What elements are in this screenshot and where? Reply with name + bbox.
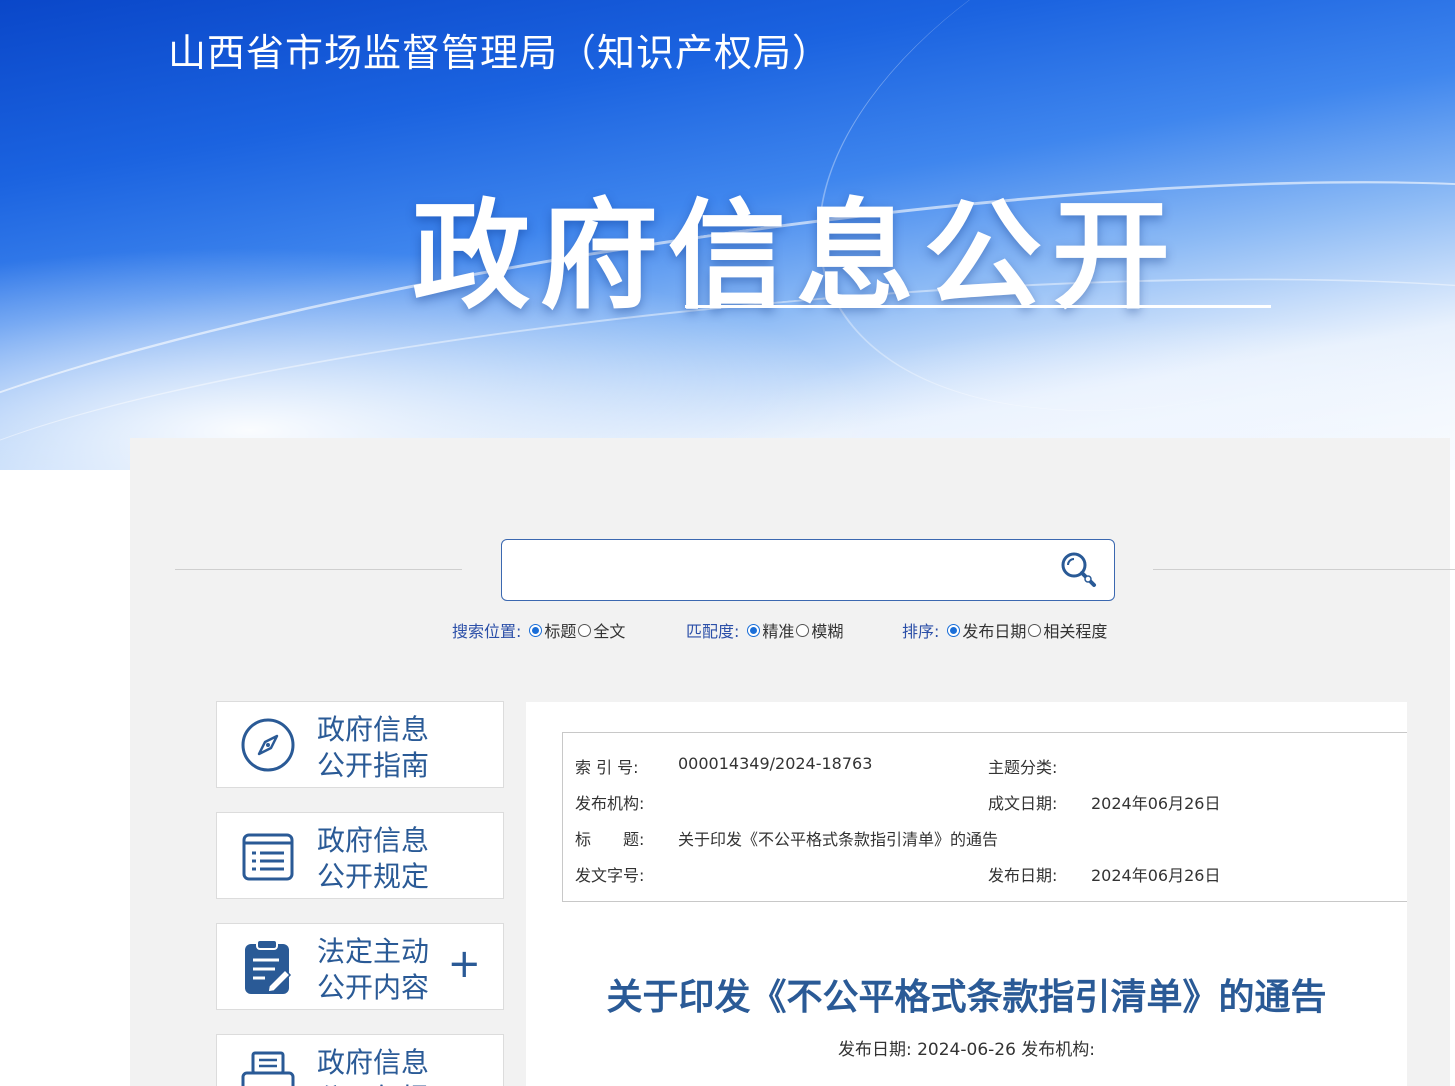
- meta-index-label: 索 引 号:: [575, 758, 639, 777]
- meta-issuer-label: 发布机构:: [575, 794, 645, 813]
- meta-created-value: 2024年06月26日: [1091, 794, 1221, 813]
- clipboard-edit-icon: [245, 939, 292, 994]
- meta-topic-label: 主题分类:: [988, 758, 1058, 777]
- radio-fuzzy-label[interactable]: 模糊: [811, 618, 843, 642]
- printer-icon: [241, 1051, 295, 1086]
- divider: [175, 569, 462, 570]
- search-input[interactable]: [514, 552, 1044, 588]
- radio-publish-date-label[interactable]: 发布日期: [962, 618, 1026, 642]
- divider: [1153, 569, 1455, 570]
- radio-relevance[interactable]: [1028, 623, 1042, 637]
- meta-published-value: 2024年06月26日: [1091, 866, 1221, 885]
- radio-title-label[interactable]: 标题: [544, 618, 576, 642]
- radio-relevance-label[interactable]: 相关程度: [1043, 618, 1107, 642]
- radio-fulltext[interactable]: [578, 623, 592, 637]
- sidebar-item-label: 政府信息公开年报: [317, 1046, 430, 1086]
- expand-plus-icon[interactable]: +: [447, 944, 481, 984]
- meta-title-label: 标 题:: [575, 830, 645, 849]
- sidebar-item-mandatory[interactable]: 法定主动 公开内容 +: [216, 923, 504, 1010]
- radio-exact[interactable]: [747, 623, 761, 637]
- compass-icon: [241, 718, 295, 772]
- match-group: 匹配度: 精准 模糊: [686, 618, 845, 642]
- sidebar-item-rules[interactable]: 政府信息 公开规定: [216, 812, 504, 899]
- meta-docno-label: 发文字号:: [575, 866, 645, 885]
- sidebar-item-annual-report[interactable]: 政府信息公开年报: [216, 1034, 504, 1086]
- radio-fulltext-label[interactable]: 全文: [593, 618, 625, 642]
- sidebar-item-label: 政府信息 公开规定: [317, 824, 430, 893]
- sidebar-item-guide[interactable]: 政府信息 公开指南: [216, 701, 504, 788]
- meta-published-label: 发布日期:: [988, 866, 1058, 885]
- meta-index-value: 000014349/2024-18763: [678, 754, 873, 773]
- match-label: 匹配度:: [686, 622, 740, 641]
- sort-group: 排序: 发布日期 相关程度: [902, 618, 1109, 642]
- sidebar-item-label: 法定主动 公开内容: [317, 935, 430, 1004]
- site-title[interactable]: 山西省市场监督管理局（知识产权局）: [168, 22, 831, 77]
- radio-fuzzy[interactable]: [796, 623, 810, 637]
- article-meta: 发布日期: 2024-06-26 发布机构:: [837, 1040, 1096, 1060]
- article-title: 关于印发《不公平格式条款指引清单》的通告: [606, 977, 1327, 1018]
- radio-exact-label[interactable]: 精准: [762, 618, 794, 642]
- search-position-group: 搜索位置: 标题 全文: [452, 618, 627, 642]
- meta-title-value: 关于印发《不公平格式条款指引清单》的通告: [678, 830, 999, 849]
- search-icon[interactable]: [1058, 549, 1098, 589]
- search-position-label: 搜索位置:: [452, 622, 522, 641]
- meta-created-label: 成文日期:: [988, 794, 1058, 813]
- radio-title[interactable]: [529, 623, 543, 637]
- radio-publish-date[interactable]: [947, 623, 961, 637]
- sort-label: 排序:: [902, 622, 940, 641]
- banner-underline: [685, 305, 1271, 308]
- sidebar-item-label: 政府信息 公开指南: [317, 713, 430, 782]
- list-document-icon: [242, 833, 294, 881]
- search-box: [501, 539, 1115, 601]
